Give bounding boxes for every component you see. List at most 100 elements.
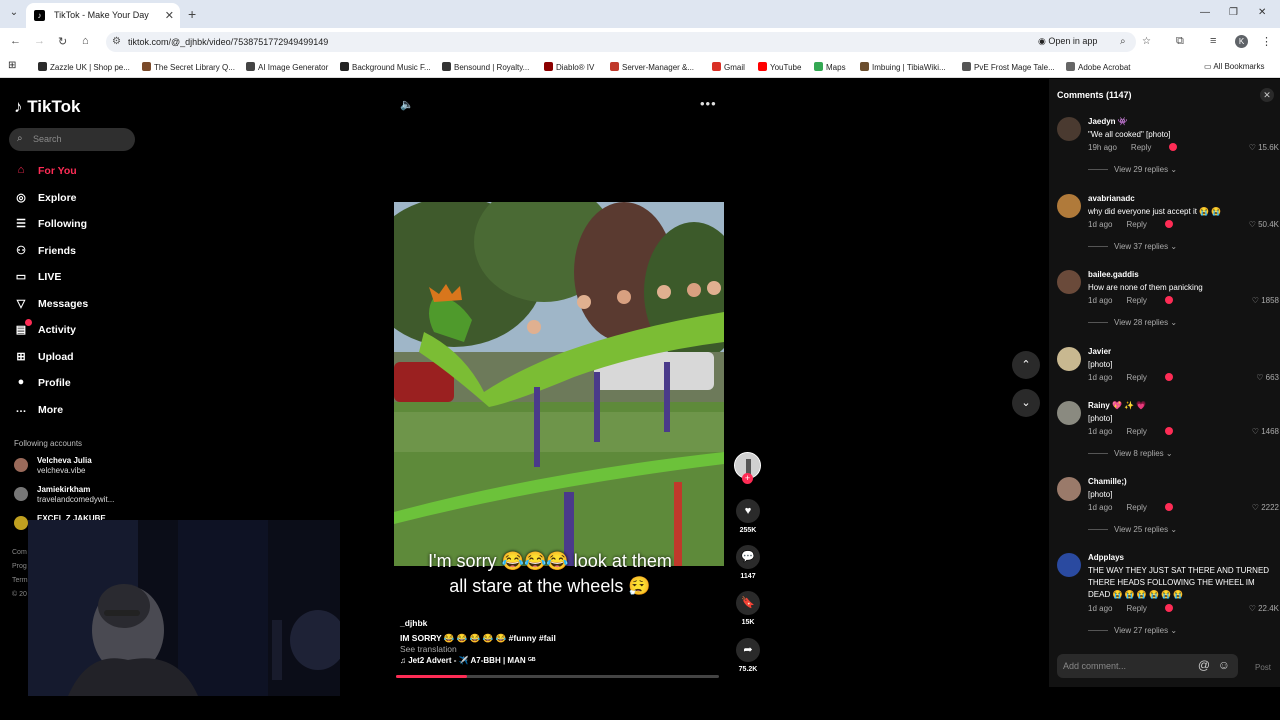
comment-username[interactable]: Jaedyn 👾 (1088, 117, 1128, 126)
avatar[interactable] (1057, 270, 1081, 294)
comment-username[interactable]: bailee.gaddis (1088, 270, 1139, 279)
reply-button[interactable]: Reply (1126, 427, 1146, 436)
view-replies-button[interactable]: View 37 replies ⌄ (1088, 242, 1177, 251)
bookmark-item[interactable]: PvE Frost Mage Tale... (962, 62, 1055, 72)
comment-username[interactable]: Javier (1088, 347, 1111, 356)
reload-icon[interactable]: ↻ (58, 35, 67, 48)
comment-username[interactable]: Adpplays (1088, 553, 1124, 562)
reply-button[interactable]: Reply (1126, 373, 1146, 382)
more-options-icon[interactable]: ••• (700, 96, 717, 111)
bookmark-item[interactable]: Imbuing | TibiaWiki... (860, 62, 946, 72)
video-progress-bar[interactable] (396, 675, 719, 678)
comment-like-button[interactable]: ♡ 1468 (1252, 427, 1279, 436)
view-replies-button[interactable]: View 29 replies ⌄ (1088, 165, 1177, 174)
reply-button[interactable]: Reply (1131, 143, 1151, 152)
nav-item-for-you[interactable]: ⌂ For You (14, 163, 134, 183)
close-window-icon[interactable]: ✕ (1258, 7, 1266, 18)
bookmark-star-icon[interactable]: ☆ (1142, 36, 1151, 47)
reply-button[interactable]: Reply (1126, 604, 1146, 613)
nav-item-upload[interactable]: ⊞ Upload (14, 349, 134, 369)
reply-button[interactable]: Reply (1126, 296, 1146, 305)
follow-plus-icon[interactable]: + (742, 473, 753, 484)
nav-item-live[interactable]: ▭ LIVE (14, 269, 134, 289)
bookmark-item[interactable]: Diablo® IV (544, 62, 594, 72)
bookmark-item[interactable]: YouTube (758, 62, 801, 72)
comment-like-button[interactable]: ♡ 663 (1256, 373, 1279, 382)
comment-like-button[interactable]: ♡ 15.6K (1249, 143, 1279, 152)
avatar[interactable] (1057, 477, 1081, 501)
url-field[interactable]: ⚙ tiktok.com/@_djhbk/video/7538751772949… (106, 32, 1151, 52)
previous-video-button[interactable]: ⌃ (1012, 351, 1040, 379)
zoom-icon[interactable]: ⌕ (1120, 36, 1126, 47)
comment-username[interactable]: Chamille;) (1088, 477, 1127, 486)
comment-username[interactable]: Rainy 💖 ✨ 💗 (1088, 401, 1146, 410)
minimize-icon[interactable]: — (1200, 7, 1210, 18)
new-tab-icon[interactable]: + (188, 6, 196, 22)
nav-item-following[interactable]: ☰ Following (14, 216, 134, 236)
forward-icon[interactable]: → (34, 35, 45, 47)
tab-close-icon[interactable]: ✕ (165, 9, 174, 22)
bookmark-item[interactable]: Background Music F... (340, 62, 431, 72)
video-author[interactable]: _djhbk (400, 618, 427, 628)
bookmark-item[interactable]: Gmail (712, 62, 745, 72)
open-in-app-button[interactable]: ◉ Open in app (1038, 36, 1097, 47)
comment-like-button[interactable]: ♡ 2222 (1252, 503, 1279, 512)
profile-avatar[interactable]: K (1235, 35, 1248, 48)
footer-link-company[interactable]: Com (12, 549, 27, 556)
nav-item-friends[interactable]: ⚇ Friends (14, 243, 134, 263)
home-page-icon[interactable]: ⌂ (82, 35, 89, 47)
nav-item-profile[interactable]: ● Profile (14, 375, 134, 395)
following-account[interactable]: Velcheva Julia velcheva.vibe (14, 456, 134, 478)
site-info-icon[interactable]: ⚙ (112, 36, 121, 47)
view-replies-button[interactable]: View 27 replies ⌄ (1088, 626, 1177, 635)
bookmark-item[interactable]: The Secret Library Q... (142, 62, 235, 72)
nav-item-activity[interactable]: ▤ Activity (14, 319, 134, 342)
bookmark-item[interactable]: Zazzle UK | Shop pe... (38, 62, 130, 72)
search-input[interactable]: ⌕ Search (9, 128, 135, 151)
post-comment-button[interactable]: Post (1255, 663, 1271, 672)
bookmark-item[interactable]: Server-Manager &... (610, 62, 694, 72)
view-replies-button[interactable]: View 8 replies ⌄ (1088, 449, 1173, 458)
emoji-icon[interactable]: ☺ (1218, 658, 1230, 672)
avatar[interactable] (1057, 117, 1081, 141)
reply-button[interactable]: Reply (1126, 220, 1146, 229)
share-button[interactable]: ➦ 75.2K (735, 638, 761, 673)
next-video-button[interactable]: ⌄ (1012, 389, 1040, 417)
volume-icon[interactable]: 🔈 (400, 98, 414, 111)
close-comments-icon[interactable]: ✕ (1260, 88, 1274, 102)
footer-link-program[interactable]: Prog (12, 563, 27, 570)
avatar[interactable] (1057, 194, 1081, 218)
tab-search-icon[interactable]: ⌄ (6, 7, 22, 21)
following-account[interactable]: Jamiekirkham travelandcomedywit... (14, 485, 134, 507)
comment-like-button[interactable]: ♡ 22.4K (1249, 604, 1279, 613)
nav-item-messages[interactable]: ▽ Messages (14, 296, 134, 316)
mention-icon[interactable]: @ (1198, 658, 1210, 672)
reply-button[interactable]: Reply (1126, 503, 1146, 512)
like-button[interactable]: ♥ 255K (735, 499, 761, 534)
back-icon[interactable]: ← (10, 35, 21, 47)
browser-menu-icon[interactable]: ⋮ (1261, 35, 1272, 48)
all-bookmarks[interactable]: ▭ All Bookmarks (1204, 62, 1264, 71)
see-translation-link[interactable]: See translation (400, 644, 457, 654)
comment-like-button[interactable]: ♡ 50.4K (1249, 220, 1279, 229)
bookmark-item[interactable]: Adobe Acrobat (1066, 62, 1130, 72)
footer-link-terms[interactable]: Term (12, 577, 28, 584)
avatar[interactable] (1057, 401, 1081, 425)
browser-tab[interactable]: ♪ TikTok - Make Your Day ✕ (26, 3, 180, 28)
music-link[interactable]: ♫ Jet2 Advert - ✈️ A7-BBH | MAN ᴳᴮ (400, 656, 536, 665)
media-icon[interactable]: ≡ (1210, 35, 1216, 47)
video-player[interactable] (394, 202, 724, 566)
avatar[interactable] (1057, 347, 1081, 371)
comment-like-button[interactable]: ♡ 1858 (1252, 296, 1279, 305)
bookmark-item[interactable]: Bensound | Royalty... (442, 62, 529, 72)
nav-item-more[interactable]: … More (14, 402, 134, 422)
comment-button[interactable]: 💬 1147 (735, 545, 761, 580)
restore-icon[interactable]: ❐ (1229, 7, 1238, 18)
nav-item-explore[interactable]: ◎ Explore (14, 190, 134, 210)
comment-username[interactable]: avabrianadc (1088, 194, 1135, 203)
extensions-icon[interactable]: ⧉ (1176, 35, 1184, 48)
apps-grid-icon[interactable]: ⊞ (8, 60, 16, 71)
add-comment-input[interactable]: Add comment... @ ☺ (1057, 654, 1238, 678)
bookmark-item[interactable]: AI Image Generator (246, 62, 328, 72)
avatar[interactable] (1057, 553, 1081, 577)
